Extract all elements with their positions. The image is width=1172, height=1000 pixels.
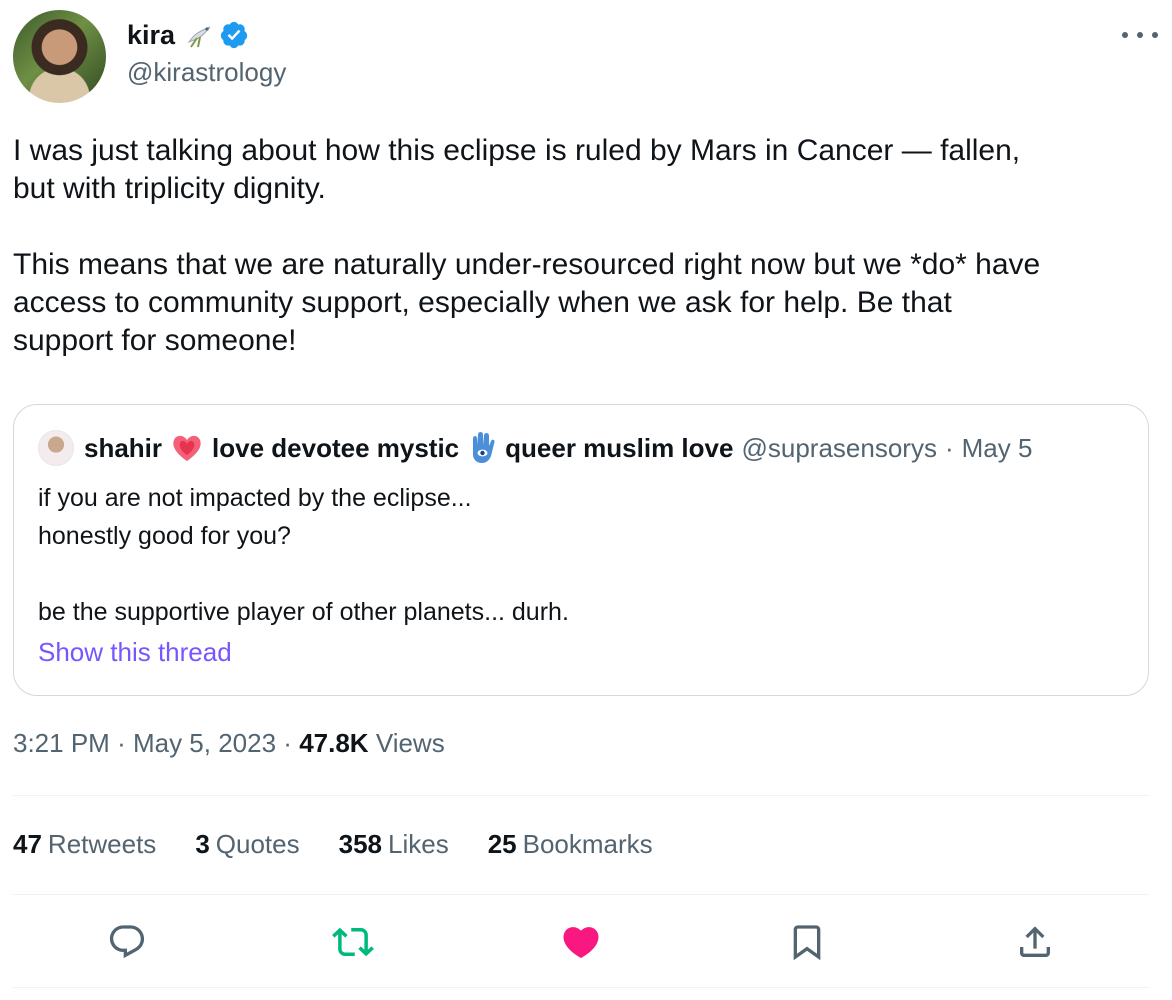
quoted-author-avatar[interactable] [38, 430, 74, 466]
quoted-author-name-part3[interactable]: queer muslim love [505, 433, 733, 464]
meta-separator: · [117, 728, 126, 758]
tweet-stats: 47 Retweets 3 Quotes 358 Likes 25 Bookmarks [13, 829, 692, 860]
views-label: Views [375, 728, 445, 758]
quoted-separator: · [944, 432, 954, 463]
divider [13, 795, 1149, 796]
dove-emoji-icon [187, 26, 211, 48]
quoted-tweet[interactable]: shahir love devotee mystic queer muslim … [13, 404, 1149, 696]
author-name[interactable]: kira [127, 20, 175, 51]
tweet-date[interactable]: May 5, 2023 [133, 728, 276, 758]
quoted-tweet-text: if you are not impacted by the eclipse..… [38, 484, 569, 626]
reply-icon [109, 925, 145, 959]
meta-separator: · [283, 728, 292, 758]
tweet-meta: 3:21 PM · May 5, 2023 · 47.8K Views [13, 728, 445, 759]
heart-emoji-icon [173, 435, 201, 461]
likes-stat[interactable]: 358 Likes [339, 829, 449, 860]
retweets-stat[interactable]: 47 Retweets [13, 829, 156, 860]
tweet-time[interactable]: 3:21 PM [13, 728, 110, 758]
quoted-author-name-part2[interactable]: love devotee mystic [212, 433, 459, 464]
quoted-author-name-part1[interactable]: shahir [84, 433, 162, 464]
share-button[interactable] [1013, 920, 1057, 964]
quoted-tweet-header: shahir love devotee mystic queer muslim … [38, 429, 1032, 467]
bookmark-button[interactable] [785, 920, 829, 964]
like-button[interactable] [559, 920, 603, 964]
like-icon [563, 927, 599, 959]
divider [13, 987, 1149, 988]
views-count: 47.8K [299, 728, 369, 758]
tweet-text: I was just talking about how this eclips… [13, 134, 1041, 357]
retweet-button[interactable] [331, 920, 375, 964]
bookmark-icon [793, 925, 821, 961]
verified-badge-icon[interactable] [219, 20, 249, 50]
reply-button[interactable] [105, 920, 149, 964]
bookmarks-stat[interactable]: 25 Bookmarks [488, 829, 653, 860]
share-icon [1020, 926, 1050, 957]
hamsa-emoji-icon [473, 432, 495, 463]
retweet-icon [332, 927, 374, 957]
action-bar [13, 912, 1149, 972]
quotes-stat[interactable]: 3 Quotes [195, 829, 299, 860]
author-name-row: kira [127, 18, 249, 52]
show-thread-link[interactable]: Show this thread [38, 637, 232, 668]
quoted-date[interactable]: May 5 [962, 433, 1033, 464]
author-avatar[interactable] [13, 10, 106, 103]
quoted-author-handle[interactable]: @suprasensorys [741, 433, 936, 464]
author-handle[interactable]: @kirastrology [127, 57, 286, 88]
more-icon[interactable] [1122, 20, 1158, 50]
divider [13, 894, 1149, 895]
